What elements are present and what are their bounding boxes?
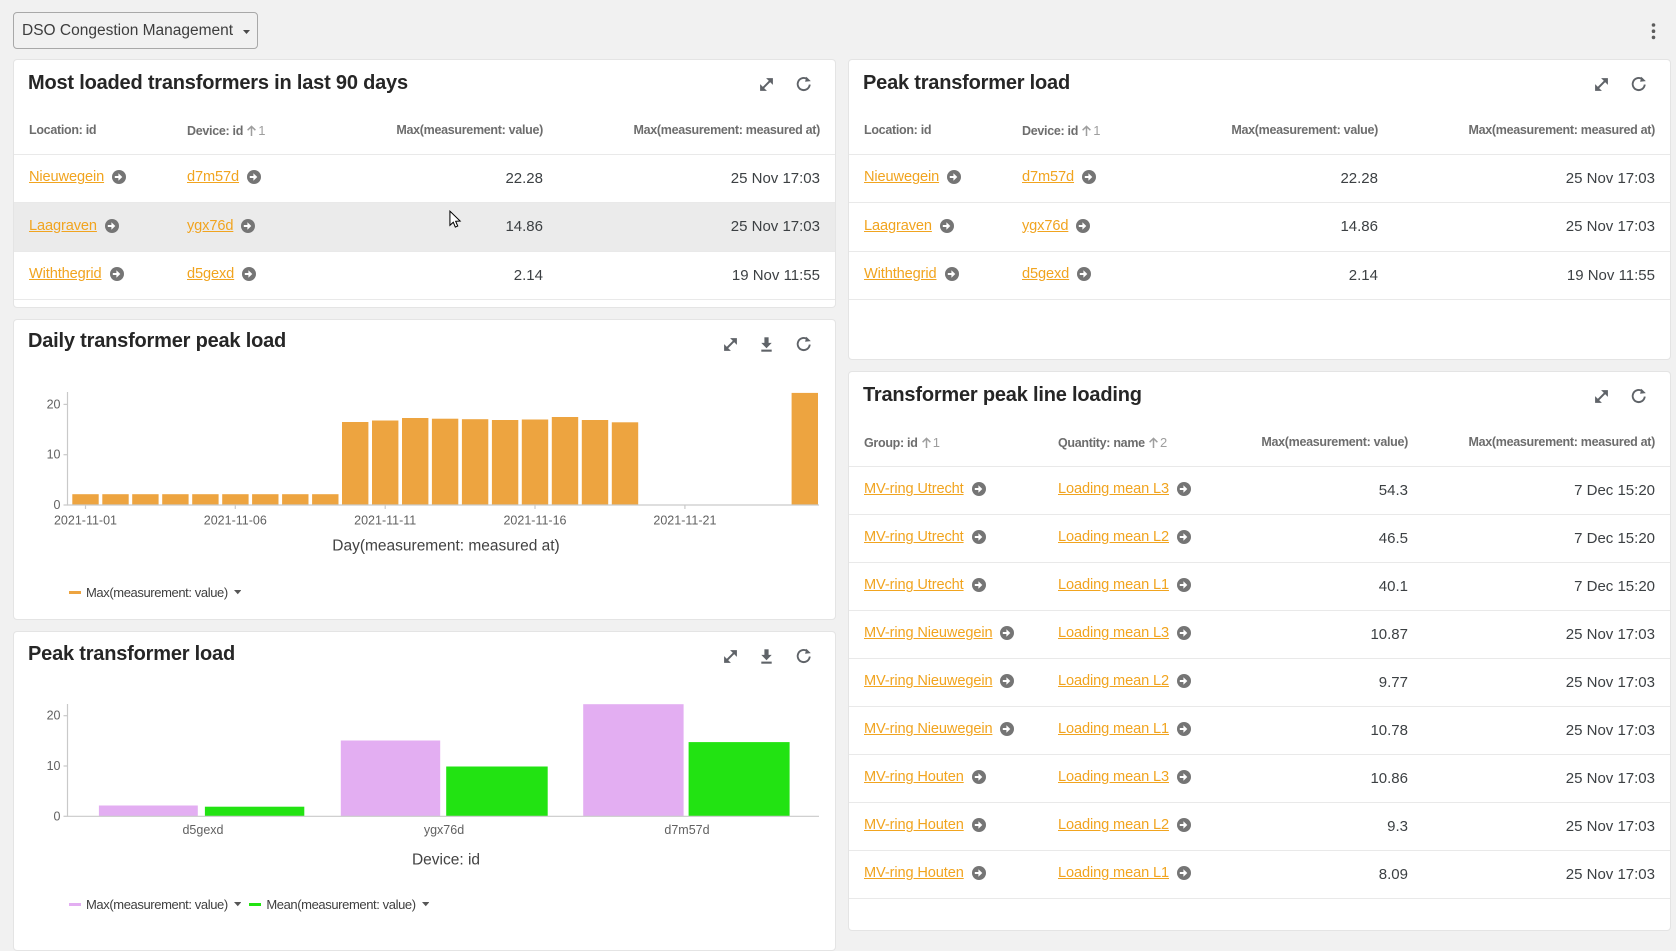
svg-text:d5gexd: d5gexd — [182, 823, 223, 837]
svg-text:0: 0 — [54, 809, 61, 823]
svg-text:ygx76d: ygx76d — [424, 823, 464, 837]
svg-text:Day(measurement: measured at): Day(measurement: measured at) — [332, 538, 559, 555]
svg-text:10: 10 — [47, 448, 61, 462]
svg-text:2021-11-21: 2021-11-21 — [653, 514, 716, 528]
svg-text:Device: id: Device: id — [412, 852, 480, 869]
svg-text:20: 20 — [47, 709, 61, 723]
svg-text:2021-11-11: 2021-11-11 — [354, 514, 416, 528]
svg-text:10: 10 — [47, 759, 61, 773]
svg-text:2021-11-16: 2021-11-16 — [503, 514, 566, 528]
svg-text:d7m57d: d7m57d — [664, 823, 709, 837]
svg-text:20: 20 — [47, 397, 61, 411]
svg-text:2021-11-06: 2021-11-06 — [204, 514, 267, 528]
svg-text:2021-11-01: 2021-11-01 — [54, 514, 117, 528]
svg-text:0: 0 — [54, 498, 61, 512]
